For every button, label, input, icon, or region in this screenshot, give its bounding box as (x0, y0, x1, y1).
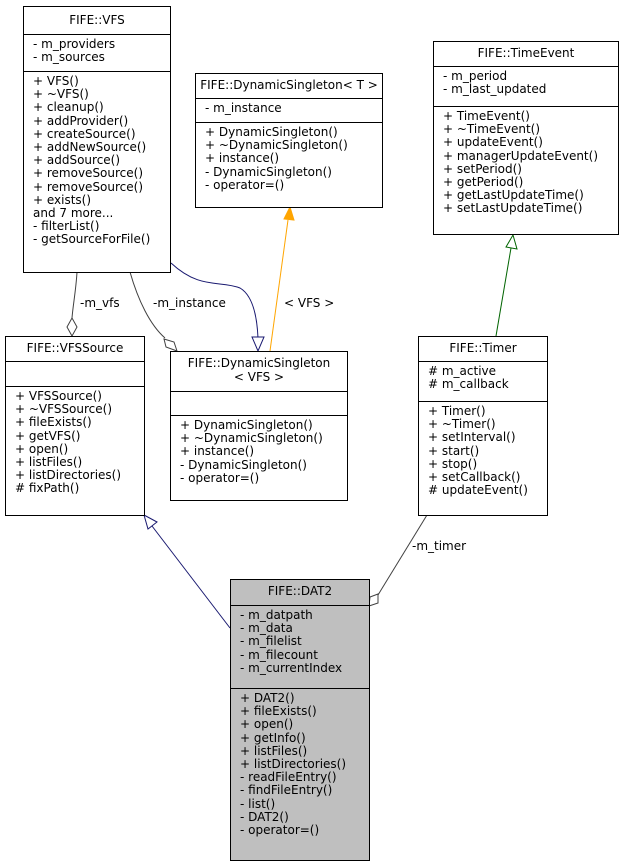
class-method: + open() (240, 717, 294, 732)
class-method: + setInterval() (428, 430, 516, 445)
class-method: + getVFS() (15, 428, 81, 443)
class-dynamic-singleton-t[interactable]: FIFE::DynamicSingleton< T > - m_instance… (195, 73, 383, 208)
class-method: + stop() (428, 456, 478, 471)
class-method: + cleanup() (33, 100, 104, 115)
class-method: + updateEvent() (443, 135, 543, 150)
class-method: - operator=() (240, 822, 320, 837)
class-time-event[interactable]: FIFE::TimeEvent - m_period - m_last_updat… (433, 41, 619, 235)
class-method: + fileExists() (15, 415, 92, 430)
class-method: - operator=() (180, 470, 260, 485)
inheritance-arrow-dsvfs (251, 336, 265, 353)
class-name: FIFE::DynamicSingleton < VFS > (171, 352, 347, 392)
class-name-line1: FIFE::DynamicSingleton (187, 356, 331, 370)
label-template-vfs: < VFS > (284, 296, 335, 310)
class-dat2[interactable]: FIFE::DAT2 - m_datpath - m_data - m_fileli… (230, 579, 370, 861)
aggregation-diamond-vfssource (66, 316, 78, 338)
edge-m-timer (377, 514, 428, 596)
edge-dat2-inherits (151, 525, 231, 629)
class-method: + open() (15, 441, 69, 456)
inheritance-arrow-vfssource (143, 513, 158, 530)
class-method: + setPeriod() (443, 161, 522, 176)
class-method: + removeSource() (33, 166, 144, 181)
class-method: + instance() (180, 444, 255, 459)
class-name: FIFE::VFS (24, 7, 170, 35)
class-vfs[interactable]: FIFE::VFS - m_providers - m_sources + VFS… (23, 6, 171, 273)
methods-section: + Timer() + ~Timer() + setInterval() + star… (419, 402, 547, 497)
class-attribute: - m_filelist (240, 634, 302, 649)
class-method: # updateEvent() (428, 483, 528, 498)
inheritance-arrow-timeevent (505, 233, 518, 250)
methods-section: + TimeEvent() + ~TimeEvent() + updateEvent… (434, 107, 618, 216)
class-method: - list() (240, 796, 276, 811)
attributes-section: - m_providers - m_sources (24, 35, 170, 72)
aggregation-diamond-dsvfs (163, 338, 178, 352)
edge-template-instance (269, 219, 289, 352)
class-vfs-source[interactable]: FIFE::VFSSource + VFSSource() + ~VFSSourc… (5, 336, 145, 516)
attributes-section: - m_period - m_last_updated (434, 67, 618, 107)
label-m-instance: -m_instance (153, 296, 226, 310)
class-method: + instance() (205, 151, 280, 166)
edge-m-vfs (71, 271, 78, 319)
attributes-section (6, 362, 144, 387)
class-dynamic-singleton-vfs[interactable]: FIFE::DynamicSingleton < VFS > + Dynamic… (170, 351, 348, 501)
class-method: - findFileEntry() (240, 783, 333, 798)
class-method: + addProvider() (33, 113, 129, 128)
attributes-section (171, 392, 347, 416)
class-name: FIFE::Timer (419, 337, 547, 362)
methods-section: + VFS() + ~VFS() + cleanup() + addProvider(… (24, 72, 170, 246)
class-method: - getSourceForFile() (33, 232, 151, 247)
methods-section: + DynamicSingleton() + ~DynamicSingleton(… (171, 416, 347, 485)
class-attribute: # m_callback (428, 377, 509, 392)
class-method: + getInfo() (240, 730, 306, 745)
edge-timer-inherits (495, 247, 512, 337)
label-m-vfs: -m_vfs (80, 296, 120, 310)
class-method: + start() (428, 443, 480, 458)
class-timer[interactable]: FIFE::Timer # m_active # m_callback + Tim… (418, 336, 548, 516)
class-name: FIFE::DAT2 (231, 580, 369, 606)
class-name: FIFE::DynamicSingleton< T > (196, 74, 382, 99)
methods-section: + VFSSource() + ~VFSSource() + fileExists(… (6, 387, 144, 496)
class-attribute: - m_instance (205, 101, 282, 115)
class-method: + listFiles() (240, 743, 308, 758)
class-method: + createSource() (33, 126, 136, 141)
attributes-section: # m_active # m_callback (419, 362, 547, 402)
class-attribute: - m_filecount (240, 647, 318, 662)
class-method: - operator=() (205, 177, 285, 192)
class-attribute: - m_sources (33, 50, 105, 65)
class-method: - DynamicSingleton() (205, 164, 332, 179)
class-name: FIFE::VFSSource (6, 337, 144, 362)
class-name-line2: < VFS > (233, 370, 285, 384)
aggregation-diamond-dat2 (368, 593, 379, 607)
label-m-timer: -m_timer (412, 539, 467, 553)
methods-section: + DAT2() + fileExists() + open() + getInfo(… (231, 689, 369, 837)
class-method: + exists() (33, 192, 92, 207)
class-method: - DAT2() (240, 809, 289, 824)
attributes-section: - m_instance (196, 99, 382, 123)
class-attribute: - m_currentIndex (240, 660, 343, 675)
class-method: # fixPath() (15, 481, 80, 496)
class-method: - DynamicSingleton() (180, 457, 307, 472)
template-arrow (283, 205, 295, 221)
class-method: + setLastUpdateTime() (443, 201, 583, 216)
attributes-section: - m_datpath - m_data - m_filelist - m_filec… (231, 606, 369, 689)
methods-section: + DynamicSingleton() + ~DynamicSingleton(… (196, 123, 382, 192)
class-name: FIFE::TimeEvent (434, 42, 618, 67)
class-method: + managerUpdateEvent() (443, 148, 599, 163)
class-method: + removeSource() (33, 179, 144, 194)
class-attribute: - m_last_updated (443, 82, 547, 97)
